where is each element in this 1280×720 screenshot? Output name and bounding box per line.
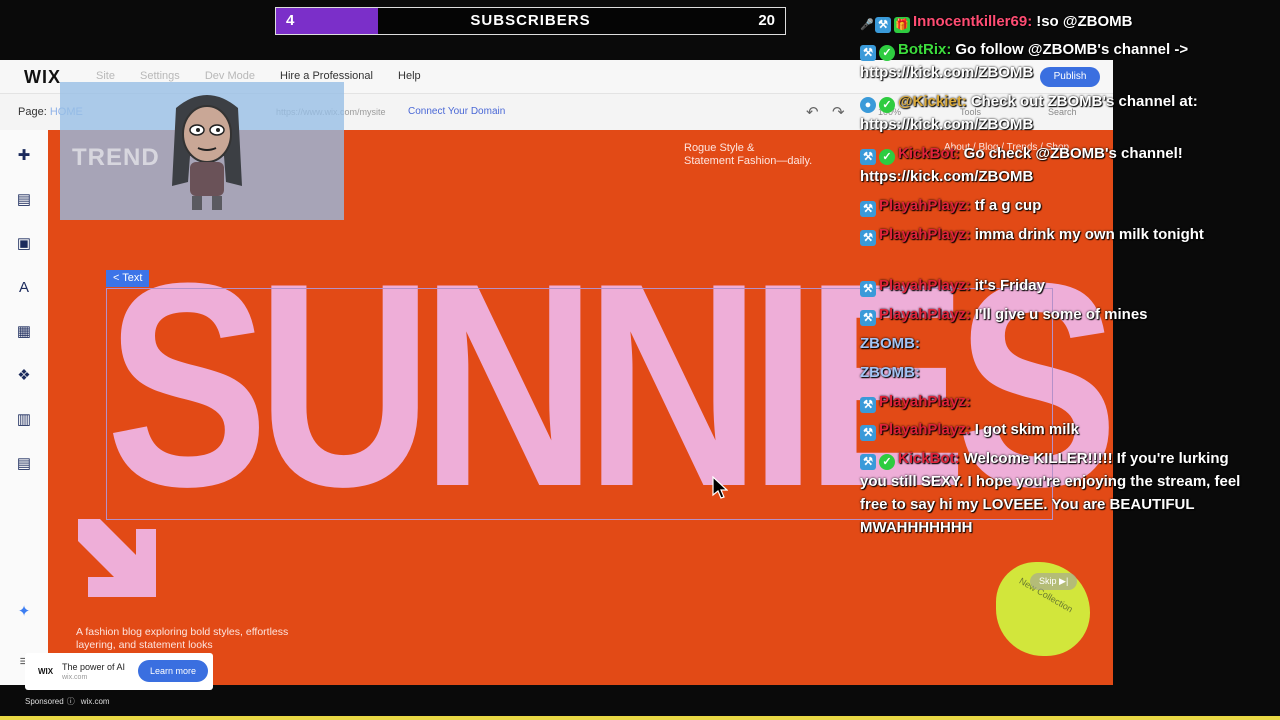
chat-message: ⚒ PlayahPlayz: imma drink my own milk toni… [860, 223, 1255, 246]
streamer-avatar [172, 95, 242, 210]
chat-text: I got skim milk [974, 421, 1079, 438]
wix-logo: WIX [24, 67, 61, 87]
sponsored-text: Sponsored [25, 697, 64, 706]
verified-icon: ✓ [879, 97, 895, 113]
site-tagline: Rogue Style & Statement Fashion—daily. [684, 142, 812, 168]
mic-icon: 🎤 [860, 19, 874, 31]
chat-message: ⚒ ✓ KickBot: Go check @ZBOMB's channel! htt… [860, 142, 1255, 188]
verified-icon: ✓ [879, 454, 895, 470]
app-market-icon[interactable]: ❖ [14, 366, 34, 386]
page-label: Page: [18, 106, 47, 118]
learn-more-button[interactable]: Learn more [138, 660, 208, 682]
goal-title: SUBSCRIBERS [470, 12, 591, 29]
editor-left-toolbar: ✚ ▤ ▣ A ▦ ❖ ▥ ▤ ✦ ≡ [0, 130, 49, 685]
moderator-icon: ⚒ [860, 281, 876, 297]
chat-username[interactable]: PlayahPlayz: [879, 393, 971, 410]
sponsored-ad[interactable]: WIX The power of AI wix.com Learn more [25, 653, 213, 690]
moderator-icon: ⚒ [860, 201, 876, 217]
chat-username[interactable]: ZBOMB: [860, 335, 920, 352]
chat-message: 🎤 ⚒ 🎁 Innocentkiller69: !so @ZBOMB [860, 10, 1255, 33]
webcam-overlay: TREND [60, 82, 344, 220]
chat-username[interactable]: KickBot: [898, 450, 960, 467]
ai-assistant-icon[interactable]: ✦ [14, 602, 34, 622]
goal-target-count: 20 [758, 12, 775, 29]
moderator-icon: ⚒ [860, 149, 876, 165]
sponsored-label: Sponsored ⓘ wix.com [25, 696, 110, 707]
add-section-icon[interactable]: ▤ [14, 190, 34, 210]
gift-icon: 🎁 [894, 17, 910, 33]
tagline-line-2: Statement Fashion—daily. [684, 155, 813, 167]
verified-icon: ✓ [879, 149, 895, 165]
bottom-accent-line [0, 716, 1280, 720]
chat-username[interactable]: PlayahPlayz: [879, 226, 971, 243]
skip-label: Skip [1039, 576, 1057, 586]
chat-username[interactable]: @Kickiet: [898, 93, 967, 110]
chat-username[interactable]: PlayahPlayz: [879, 306, 971, 323]
bot-icon: ● [860, 97, 876, 113]
menu-dev-mode[interactable]: Dev Mode [205, 70, 255, 82]
moderator-icon: ⚒ [860, 425, 876, 441]
chat-message: ⚒ PlayahPlayz: I got skim milk [860, 418, 1255, 441]
mouse-cursor-icon [712, 476, 728, 499]
redo-icon[interactable]: ↷ [832, 103, 845, 121]
selected-element-tag[interactable]: < Text [106, 270, 150, 287]
chat-username[interactable]: Innocentkiller69: [913, 13, 1032, 30]
apps-icon[interactable]: ▦ [14, 322, 34, 342]
menu-hire-professional[interactable]: Hire a Professional [280, 70, 373, 82]
connect-domain-link[interactable]: Connect Your Domain [408, 106, 505, 117]
chat-text: !so @ZBOMB [1036, 13, 1133, 30]
chat-text: tf a g cup [974, 197, 1042, 214]
skip-ad-button[interactable]: Skip ▶| [1030, 573, 1078, 590]
chat-message: ZBOMB: [860, 332, 1255, 355]
chat-username[interactable]: PlayahPlayz: [879, 277, 971, 294]
pages-icon[interactable]: ▣ [14, 234, 34, 254]
ad-logo: WIX [38, 667, 54, 676]
moderator-icon: ⚒ [875, 17, 891, 33]
ad-title: The power of AI [62, 662, 126, 672]
chat-text: imma drink my own milk tonight [974, 226, 1204, 243]
tagline-line-1: Rogue Style & [684, 142, 755, 154]
editor-menu: Site Settings Dev Mode Hire a Profession… [96, 70, 443, 82]
site-design-icon[interactable]: A [14, 278, 34, 298]
chat-message: ⚒ PlayahPlayz: tf a g cup [860, 194, 1255, 217]
moderator-icon: ⚒ [860, 397, 876, 413]
menu-settings[interactable]: Settings [140, 70, 180, 82]
moderator-icon: ⚒ [860, 230, 876, 246]
chat-message: ⚒ ✓ BotRix: Go follow @ZBOMB's channel -> h… [860, 38, 1255, 84]
menu-site[interactable]: Site [96, 70, 115, 82]
add-elements-icon[interactable]: ✚ [14, 146, 34, 166]
chat-message: ⚒ PlayahPlayz: it's Friday [860, 274, 1255, 297]
chat-message: ⚒ PlayahPlayz: I'll give u some of mines [860, 303, 1255, 326]
chat-username[interactable]: KickBot: [898, 145, 960, 162]
moderator-icon: ⚒ [860, 454, 876, 470]
chat-text: it's Friday [974, 277, 1045, 294]
chat-message: ZBOMB: [860, 361, 1255, 384]
site-description: A fashion blog exploring bold styles, ef… [76, 626, 289, 651]
moderator-icon: ⚒ [860, 45, 876, 61]
moderator-icon: ⚒ [860, 310, 876, 326]
media-icon[interactable]: ▥ [14, 410, 34, 430]
chat-message: ● ✓ @Kickiet: Check out ZBOMB's channel at:… [860, 90, 1255, 136]
chat-username[interactable]: ZBOMB: [860, 364, 920, 381]
chat-username[interactable]: BotRix: [898, 41, 951, 58]
webcam-overlay-text: TREND [72, 144, 160, 171]
info-icon[interactable]: ⓘ [67, 697, 75, 706]
ad-domain: wix.com [62, 674, 88, 681]
chat-username[interactable]: PlayahPlayz: [879, 197, 971, 214]
chat-text: I'll give u some of mines [974, 306, 1148, 323]
chat-message: ⚒ ✓ KickBot: Welcome KILLER!!!!! If you're … [860, 447, 1255, 539]
sponsor-domain: wix.com [80, 697, 110, 706]
chat-username[interactable]: PlayahPlayz: [879, 421, 971, 438]
chat-overlay: 🎤 ⚒ 🎁 Innocentkiller69: !so @ZBOMB ⚒ ✓ BotRix: G… [860, 10, 1260, 550]
undo-icon[interactable]: ↶ [806, 103, 819, 121]
chat-message: ⚒ PlayahPlayz: [860, 390, 1255, 413]
arrow-down-right-icon [78, 519, 156, 597]
verified-icon: ✓ [879, 45, 895, 61]
menu-help[interactable]: Help [398, 70, 421, 82]
subscriber-goal-bar: 4 SUBSCRIBERS 20 [275, 7, 786, 35]
stream-screen: 4 SUBSCRIBERS 20 WIX Site Settings Dev M… [0, 0, 1280, 720]
cms-icon[interactable]: ▤ [14, 454, 34, 474]
